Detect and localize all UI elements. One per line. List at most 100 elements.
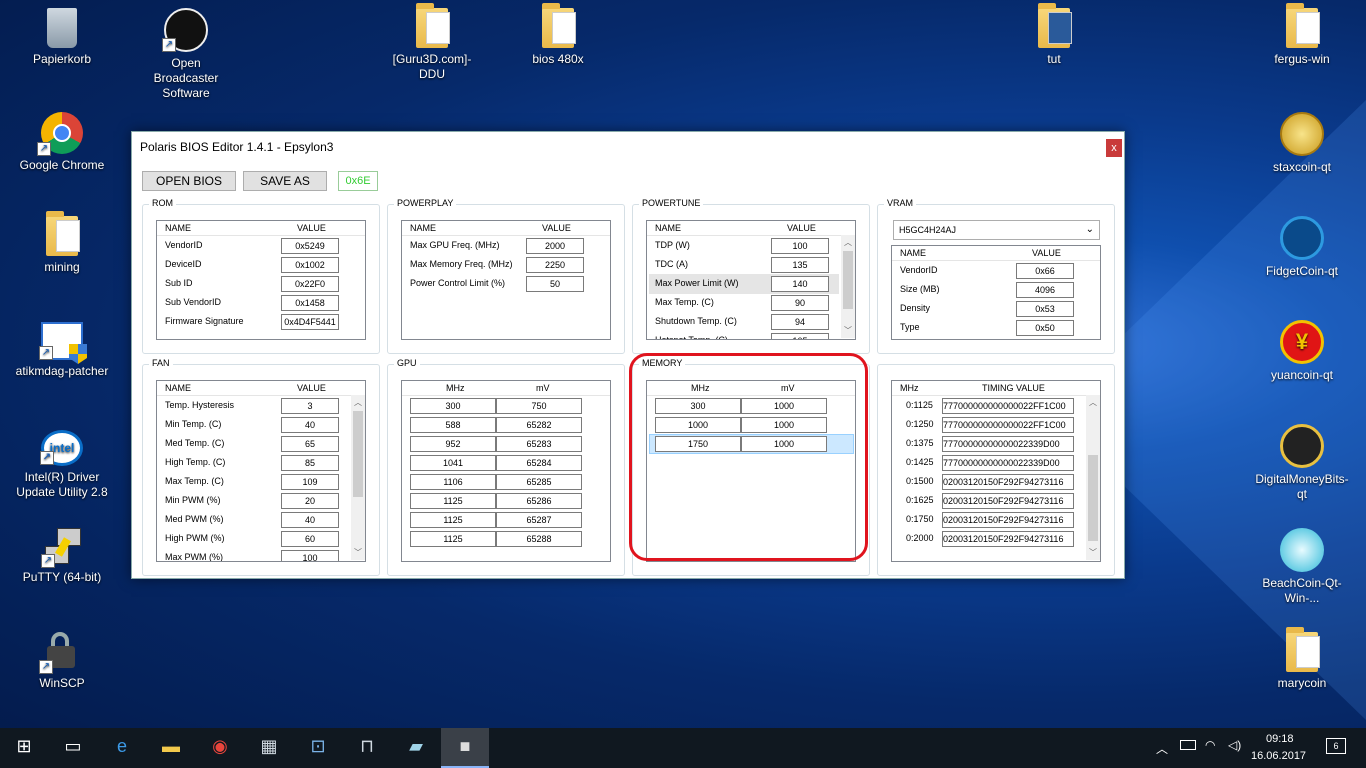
- mv-field[interactable]: 65285: [496, 474, 582, 490]
- taskbar-button-task-view[interactable]: ▭: [49, 728, 97, 768]
- fan-row[interactable]: High PWM (%) 60: [157, 530, 365, 549]
- timing-row[interactable]: 0:1125 777000000000000022FF1C00: [892, 397, 1100, 416]
- value-field[interactable]: 2000: [526, 238, 584, 254]
- scroll-up-arrow-icon[interactable]: ︿: [841, 237, 855, 248]
- value-field[interactable]: 0x4D4F5441: [281, 314, 339, 330]
- value-field[interactable]: 2250: [526, 257, 584, 273]
- desktop-icon-marycoin[interactable]: marycoin: [1254, 627, 1350, 691]
- value-field[interactable]: 0x66: [1016, 263, 1074, 279]
- value-field[interactable]: 100: [771, 238, 829, 254]
- rom-row[interactable]: Sub ID 0x22F0: [157, 275, 365, 294]
- value-field[interactable]: 85: [281, 455, 339, 471]
- mhz-field[interactable]: 1125: [410, 531, 496, 547]
- mv-field[interactable]: 65287: [496, 512, 582, 528]
- powertune-row[interactable]: TDP (W) 100: [647, 237, 855, 256]
- powertune-row[interactable]: Max Temp. (C) 90: [647, 294, 855, 313]
- timing-value-field[interactable]: 02003120150F292F94273116: [942, 474, 1074, 490]
- vram-module-select[interactable]: H5GC4H24AJ ⌄: [893, 220, 1100, 240]
- taskbar-button-polaris-app[interactable]: ■: [441, 728, 489, 768]
- powerplay-row[interactable]: Max GPU Freq. (MHz) 2000: [402, 237, 610, 256]
- gpu-row[interactable]: 300 750: [402, 397, 610, 416]
- value-field[interactable]: 100: [281, 550, 339, 561]
- powertune-row[interactable]: TDC (A) 135: [647, 256, 855, 275]
- mhz-field[interactable]: 1125: [410, 512, 496, 528]
- timing-row[interactable]: 0:1425 77700000000000022339D00: [892, 454, 1100, 473]
- value-field[interactable]: 50: [526, 276, 584, 292]
- gpu-row[interactable]: 1125 65288: [402, 530, 610, 549]
- scrollbar-thumb[interactable]: [843, 251, 853, 309]
- value-field[interactable]: 20: [281, 493, 339, 509]
- vram-row[interactable]: VendorID 0x66: [892, 262, 1100, 281]
- fan-row[interactable]: Min PWM (%) 20: [157, 492, 365, 511]
- timings-scrollbar[interactable]: ︿ ﹀: [1086, 395, 1100, 560]
- mv-field[interactable]: 65283: [496, 436, 582, 452]
- rom-row[interactable]: DeviceID 0x1002: [157, 256, 365, 275]
- powertune-row[interactable]: Max Power Limit (W) 140: [647, 275, 855, 294]
- taskbar-button-edge[interactable]: e: [98, 728, 146, 768]
- tray-battery-icon[interactable]: [1180, 740, 1196, 750]
- mhz-field[interactable]: 1125: [410, 493, 496, 509]
- desktop-icon-chrome[interactable]: ↗ Google Chrome: [14, 112, 110, 173]
- desktop-icon-beachcoin[interactable]: BeachCoin-Qt-Win-...: [1254, 528, 1350, 606]
- value-field[interactable]: 60: [281, 531, 339, 547]
- mhz-field[interactable]: 1106: [410, 474, 496, 490]
- timing-value-field[interactable]: 02003120150F292F94273116: [942, 531, 1074, 547]
- open-bios-button[interactable]: OPEN BIOS: [142, 171, 236, 191]
- fan-row[interactable]: Temp. Hysteresis 3: [157, 397, 365, 416]
- timing-row[interactable]: 0:2000 02003120150F292F94273116: [892, 530, 1100, 549]
- scroll-down-arrow-icon[interactable]: ﹀: [841, 325, 855, 336]
- value-field[interactable]: 0x1002: [281, 257, 339, 273]
- powerplay-row[interactable]: Power Control Limit (%) 50: [402, 275, 610, 294]
- value-field[interactable]: 40: [281, 512, 339, 528]
- scroll-up-arrow-icon[interactable]: ︿: [351, 397, 365, 408]
- desktop-icon-fidgetcoin[interactable]: FidgetCoin-qt: [1254, 216, 1350, 279]
- close-button[interactable]: x: [1106, 139, 1122, 157]
- value-field[interactable]: 94: [771, 314, 829, 330]
- value-field[interactable]: 140: [771, 276, 829, 292]
- scroll-down-arrow-icon[interactable]: ﹀: [351, 547, 365, 558]
- fan-row[interactable]: Min Temp. (C) 40: [157, 416, 365, 435]
- mv-field[interactable]: 65286: [496, 493, 582, 509]
- scrollbar-thumb[interactable]: [1088, 455, 1098, 541]
- value-field[interactable]: 0x1458: [281, 295, 339, 311]
- rom-row[interactable]: VendorID 0x5249: [157, 237, 365, 256]
- rom-row[interactable]: Firmware Signature 0x4D4F5441: [157, 313, 365, 332]
- timing-value-field[interactable]: 777000000000000022FF1C00: [942, 398, 1074, 414]
- powertune-scrollbar[interactable]: ︿ ﹀: [841, 235, 855, 338]
- taskbar-button-start[interactable]: ⊞: [0, 728, 48, 768]
- value-field[interactable]: 0x5249: [281, 238, 339, 254]
- value-field[interactable]: 0x50: [1016, 320, 1074, 336]
- fan-row[interactable]: High Temp. (C) 85: [157, 454, 365, 473]
- mv-field[interactable]: 65282: [496, 417, 582, 433]
- timing-row[interactable]: 0:1375 77700000000000022339D00: [892, 435, 1100, 454]
- value-field[interactable]: 3: [281, 398, 339, 414]
- vram-row[interactable]: Size (MB) 4096: [892, 281, 1100, 300]
- mhz-field[interactable]: 588: [410, 417, 496, 433]
- rom-row[interactable]: Sub VendorID 0x1458: [157, 294, 365, 313]
- fan-row[interactable]: Med PWM (%) 40: [157, 511, 365, 530]
- desktop-icon-winscp[interactable]: ↗ WinSCP: [14, 632, 110, 691]
- value-field[interactable]: 0x53: [1016, 301, 1074, 317]
- clock-time[interactable]: 09:18: [1266, 733, 1294, 745]
- mv-field[interactable]: 65284: [496, 455, 582, 471]
- vram-row[interactable]: Density 0x53: [892, 300, 1100, 319]
- timing-row[interactable]: 0:1750 02003120150F292F94273116: [892, 511, 1100, 530]
- fan-row[interactable]: Med Temp. (C) 65: [157, 435, 365, 454]
- window-titlebar[interactable]: Polaris BIOS Editor 1.4.1 - Epsylon3 x: [132, 132, 1124, 162]
- timing-value-field[interactable]: 77700000000000022339D00: [942, 436, 1074, 452]
- gpu-row[interactable]: 1106 65285: [402, 473, 610, 492]
- powertune-row[interactable]: Shutdown Temp. (C) 94: [647, 313, 855, 332]
- desktop-icon-fergus-win[interactable]: fergus-win: [1254, 3, 1350, 67]
- gpu-row[interactable]: 1125 65287: [402, 511, 610, 530]
- gpu-row[interactable]: 1125 65286: [402, 492, 610, 511]
- mhz-field[interactable]: 952: [410, 436, 496, 452]
- value-field[interactable]: 90: [771, 295, 829, 311]
- value-field[interactable]: 4096: [1016, 282, 1074, 298]
- tray-wifi-icon[interactable]: ◠: [1205, 738, 1215, 752]
- desktop-icon-bios-480x[interactable]: bios 480x: [510, 3, 606, 67]
- scroll-down-arrow-icon[interactable]: ﹀: [1086, 547, 1100, 558]
- clock-date[interactable]: 16.06.2017: [1251, 750, 1306, 762]
- desktop-icon-recycle-bin[interactable]: Papierkorb: [14, 8, 110, 67]
- fan-row[interactable]: Max Temp. (C) 109: [157, 473, 365, 492]
- taskbar-button-chrome[interactable]: ◉: [196, 728, 244, 768]
